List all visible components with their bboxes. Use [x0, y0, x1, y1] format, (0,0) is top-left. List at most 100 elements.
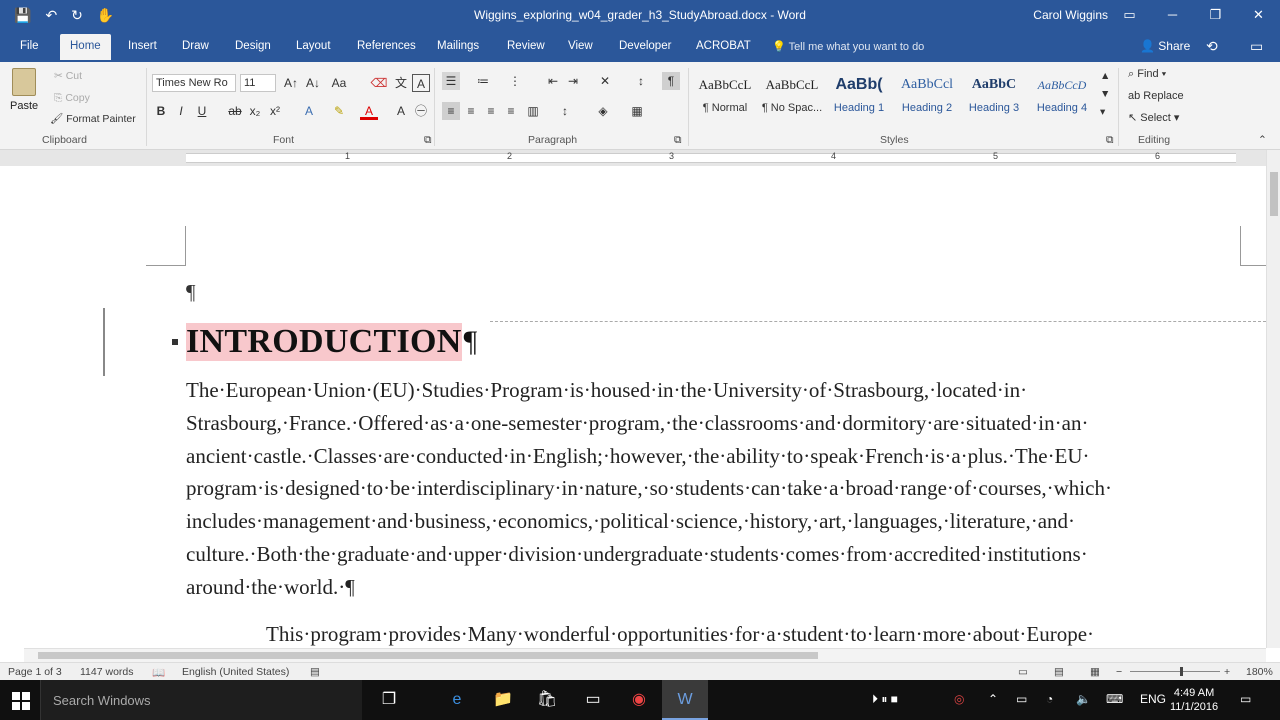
change-case-icon[interactable]: Aa: [330, 74, 348, 92]
media-controls-icon[interactable]: ⏵ ⏸ ■: [872, 692, 898, 707]
zoom-out-icon[interactable]: −: [1116, 666, 1122, 678]
web-layout-icon[interactable]: ▦: [1090, 666, 1100, 678]
decrease-indent-icon[interactable]: ⇤: [544, 72, 562, 90]
style-heading-3[interactable]: AaBbC Heading 3: [962, 68, 1026, 122]
task-view-icon[interactable]: ❐: [366, 680, 412, 720]
paragraph-dialog-launcher-icon[interactable]: ⧉: [674, 134, 682, 147]
tab-references[interactable]: References: [357, 40, 416, 52]
keyboard-icon[interactable]: ⌨: [1106, 692, 1123, 706]
comments-icon[interactable]: ▭: [1250, 38, 1263, 55]
replace-button[interactable]: ab Replace: [1128, 90, 1184, 102]
style-heading-1[interactable]: AaBb( Heading 1: [827, 68, 891, 122]
styles-more-icon[interactable]: ▾: [1100, 106, 1105, 118]
minimize-icon[interactable]: ─: [1151, 0, 1194, 30]
volume-icon[interactable]: 🔈: [1076, 692, 1091, 706]
tab-review[interactable]: Review: [507, 40, 545, 52]
enclose-characters-icon[interactable]: ㊀: [412, 102, 430, 120]
heading-paragraph[interactable]: INTRODUCTION ¶: [172, 322, 477, 362]
format-painter-button[interactable]: 🖌 Format Painter: [50, 112, 136, 125]
font-size-box[interactable]: 11: [240, 74, 276, 92]
page-count[interactable]: Page 1 of 3: [8, 666, 62, 678]
wifi-icon[interactable]: ◔: [1046, 692, 1053, 706]
style-heading-2[interactable]: AaBbCcl Heading 2: [895, 68, 959, 122]
character-shading-icon[interactable]: A: [392, 102, 410, 120]
numbering-icon[interactable]: ≔: [474, 72, 492, 90]
shading-icon[interactable]: ◈: [594, 102, 612, 120]
zoom-slider[interactable]: [1130, 671, 1220, 672]
edge-icon[interactable]: e: [434, 680, 480, 720]
zoom-slider-thumb[interactable]: [1180, 667, 1183, 676]
vertical-scroll-thumb[interactable]: [1270, 172, 1278, 216]
tab-acrobat[interactable]: ACROBAT: [696, 40, 751, 52]
windows-start-icon[interactable]: [12, 692, 30, 710]
document-canvas[interactable]: ¶ INTRODUCTION ¶ The·European·Union·(EU)…: [0, 166, 1266, 648]
grow-font-icon[interactable]: A↑: [282, 74, 300, 92]
body-paragraph[interactable]: The·European·Union·(EU)·Studies·Program·…: [186, 374, 1246, 604]
font-dialog-launcher-icon[interactable]: ⧉: [424, 134, 432, 147]
font-color-icon[interactable]: A: [360, 102, 378, 120]
read-mode-icon[interactable]: ▭: [1018, 666, 1028, 678]
show-hidden-icons-icon[interactable]: ⌃: [988, 692, 998, 706]
tab-design[interactable]: Design: [235, 40, 271, 52]
underline-icon[interactable]: U: [193, 102, 211, 120]
phonetic-guide-icon[interactable]: 文: [392, 74, 410, 92]
align-left-icon[interactable]: ≡: [442, 102, 460, 120]
restore-icon[interactable]: ❐: [1194, 0, 1237, 30]
vertical-scrollbar[interactable]: [1266, 150, 1280, 648]
macro-icon[interactable]: ▤: [310, 666, 320, 678]
file-explorer-icon[interactable]: 📁: [480, 680, 526, 720]
styles-dialog-launcher-icon[interactable]: ⧉: [1106, 134, 1114, 147]
horizontal-ruler[interactable]: 1 2 3 4 5 6: [0, 150, 1280, 166]
character-border-icon[interactable]: A: [412, 74, 430, 92]
borders-icon[interactable]: ▦: [628, 102, 646, 120]
close-icon[interactable]: ✕: [1237, 0, 1280, 30]
system-clock[interactable]: 4:49 AM 11/1/2016: [1170, 686, 1218, 714]
bold-icon[interactable]: B: [152, 102, 170, 120]
tab-view[interactable]: View: [568, 40, 593, 52]
tab-developer[interactable]: Developer: [619, 40, 671, 52]
styles-scroll-up-icon[interactable]: ▲: [1100, 70, 1110, 82]
input-language[interactable]: ENG: [1140, 692, 1166, 706]
tell-me-search[interactable]: 💡 Tell me what you want to do: [772, 40, 924, 53]
styles-scroll-down-icon[interactable]: ▼: [1100, 88, 1110, 100]
paste-button[interactable]: Paste: [10, 100, 38, 112]
paste-icon[interactable]: [12, 68, 36, 96]
taskbar-search[interactable]: Search Windows: [40, 680, 362, 720]
clear-formatting-icon[interactable]: ⌫: [370, 74, 388, 92]
select-button[interactable]: ↖ Select ▾: [1128, 111, 1179, 124]
collapse-ribbon-icon[interactable]: ⌃: [1258, 134, 1267, 146]
line-spacing-icon[interactable]: ↕: [556, 102, 574, 120]
asian-layout-icon[interactable]: ✕: [596, 72, 614, 90]
word-count[interactable]: 1147 words: [80, 666, 134, 678]
tab-insert[interactable]: Insert: [128, 40, 157, 52]
style-normal[interactable]: AaBbCcL ¶ Normal: [693, 68, 757, 122]
superscript-icon[interactable]: x²: [266, 102, 284, 120]
battery-icon[interactable]: ▭: [1016, 692, 1027, 706]
sort-icon[interactable]: ↕: [632, 72, 650, 90]
chrome-icon[interactable]: ◉: [616, 680, 662, 720]
text-effects-icon[interactable]: A: [300, 102, 318, 120]
cut-button[interactable]: ✂ Cut: [54, 70, 82, 82]
horizontal-scroll-thumb[interactable]: [38, 652, 818, 659]
increase-indent-icon[interactable]: ⇥: [564, 72, 582, 90]
distributed-icon[interactable]: ▥: [524, 102, 542, 120]
tab-home[interactable]: Home: [60, 34, 111, 60]
tab-file[interactable]: File: [20, 40, 39, 52]
italic-icon[interactable]: I: [172, 102, 190, 120]
shrink-font-icon[interactable]: A↓: [304, 74, 322, 92]
style-no-spacing[interactable]: AaBbCcL ¶ No Spac...: [760, 68, 824, 122]
action-center-icon[interactable]: ▭: [1240, 692, 1251, 706]
tab-layout[interactable]: Layout: [296, 40, 331, 52]
ribbon-display-options-icon[interactable]: ▭: [1108, 0, 1151, 30]
share-button[interactable]: 👤 Share: [1140, 39, 1190, 53]
user-name[interactable]: Carol Wiggins: [1033, 8, 1108, 22]
store-icon[interactable]: 🛍: [524, 680, 570, 720]
print-layout-icon[interactable]: ▤: [1054, 666, 1064, 678]
center-icon[interactable]: ≡: [462, 102, 480, 120]
recording-icon[interactable]: ◎: [954, 692, 964, 706]
heading-text[interactable]: INTRODUCTION: [186, 323, 462, 361]
font-name-box[interactable]: Times New Ro: [152, 74, 236, 92]
subscript-icon[interactable]: x₂: [246, 102, 264, 120]
proofing-icon[interactable]: 📖: [152, 666, 165, 679]
highlight-icon[interactable]: ✎: [330, 102, 348, 120]
